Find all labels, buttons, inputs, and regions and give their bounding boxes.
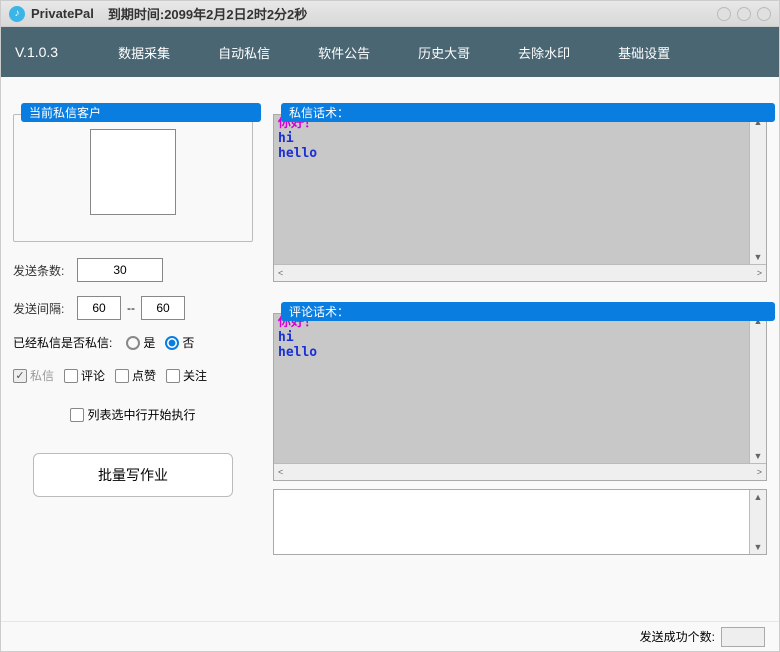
app-window: ♪ PrivatePal 到期时间:2099年2月2日2时2分2秒 V.1.0.… [0,0,780,652]
check-follow[interactable]: 关注 [166,367,207,384]
pm-vscrollbar[interactable]: ▲▼ [749,115,766,264]
radio-yes[interactable]: 是 [126,334,155,351]
scroll-down-icon[interactable]: ▼ [754,451,763,461]
maximize-button[interactable] [737,7,751,21]
comment-script-textarea[interactable]: 你好！ hi hello ▲▼ <> [273,313,767,481]
nav-watermark[interactable]: 去除水印 [518,43,570,62]
app-title: PrivatePal [31,6,94,21]
pm-hscrollbar[interactable]: <> [274,264,766,281]
nav-data-collect[interactable]: 数据采集 [118,43,170,62]
nav-settings[interactable]: 基础设置 [618,43,670,62]
log-body[interactable] [274,490,749,554]
current-client-box [13,114,253,242]
comment-script-body[interactable]: 你好！ hi hello [274,314,749,463]
success-count-label: 发送成功个数: [640,628,715,645]
nav-announcement[interactable]: 软件公告 [318,43,370,62]
avatar-placeholder [90,129,176,215]
header-bar: V.1.0.3 数据采集 自动私信 软件公告 历史大哥 去除水印 基础设置 [1,27,779,77]
check-like[interactable]: 点赞 [115,367,156,384]
send-count-row: 发送条数: [13,258,253,282]
comment-hscrollbar[interactable]: <> [274,463,766,480]
check-comment[interactable]: 评论 [64,367,105,384]
send-interval-label: 发送间隔: [13,300,77,317]
action-checks: 私信 评论 点赞 关注 [13,367,253,384]
scroll-right-icon[interactable]: > [757,268,762,278]
right-panel: 私信话术： 你好！ hi hello ▲▼ <> 评论话术： 你好！ [273,95,767,611]
check-start-from-selected[interactable]: 列表选中行开始执行 [70,406,195,423]
pm-script-textarea[interactable]: 你好！ hi hello ▲▼ <> [273,114,767,282]
scroll-down-icon[interactable]: ▼ [754,542,763,552]
nav-history[interactable]: 历史大哥 [418,43,470,62]
send-count-input[interactable] [77,258,163,282]
minimize-button[interactable] [717,7,731,21]
success-count-value [721,627,765,647]
comment-script-label: 评论话术： [281,302,775,321]
version-label: V.1.0.3 [15,44,58,60]
scroll-down-icon[interactable]: ▼ [754,252,763,262]
already-pm-label: 已经私信是否私信: [13,334,112,351]
nav: 数据采集 自动私信 软件公告 历史大哥 去除水印 基础设置 [118,43,670,62]
interval-from-input[interactable] [77,296,121,320]
titlebar: ♪ PrivatePal 到期时间:2099年2月2日2时2分2秒 [1,1,779,27]
left-panel: 当前私信客户 发送条数: 发送间隔: -- 已经私信是否私信: 是 否 [13,95,253,611]
scroll-left-icon[interactable]: < [278,268,283,278]
scroll-left-icon[interactable]: < [278,467,283,477]
footer-bar: 发送成功个数: [1,621,779,651]
interval-to-input[interactable] [141,296,185,320]
pm-script-label: 私信话术： [281,103,775,122]
already-pm-row: 已经私信是否私信: 是 否 [13,334,253,351]
radio-no[interactable]: 否 [165,334,194,351]
send-count-label: 发送条数: [13,262,77,279]
pm-script-body[interactable]: 你好！ hi hello [274,115,749,264]
batch-write-button[interactable]: 批量写作业 [33,453,233,497]
content-area: 当前私信客户 发送条数: 发送间隔: -- 已经私信是否私信: 是 否 [1,77,779,621]
current-client-label: 当前私信客户 [21,103,261,122]
scroll-up-icon[interactable]: ▲ [754,492,763,502]
send-interval-row: 发送间隔: -- [13,296,253,320]
check-pm[interactable]: 私信 [13,367,54,384]
scroll-right-icon[interactable]: > [757,467,762,477]
interval-sep: -- [127,301,135,315]
comment-vscrollbar[interactable]: ▲▼ [749,314,766,463]
log-vscrollbar[interactable]: ▲▼ [749,490,766,554]
close-button[interactable] [757,7,771,21]
app-icon: ♪ [9,6,25,22]
log-textarea[interactable]: ▲▼ [273,489,767,555]
expiry-text: 到期时间:2099年2月2日2时2分2秒 [108,4,307,23]
nav-auto-pm[interactable]: 自动私信 [218,43,270,62]
